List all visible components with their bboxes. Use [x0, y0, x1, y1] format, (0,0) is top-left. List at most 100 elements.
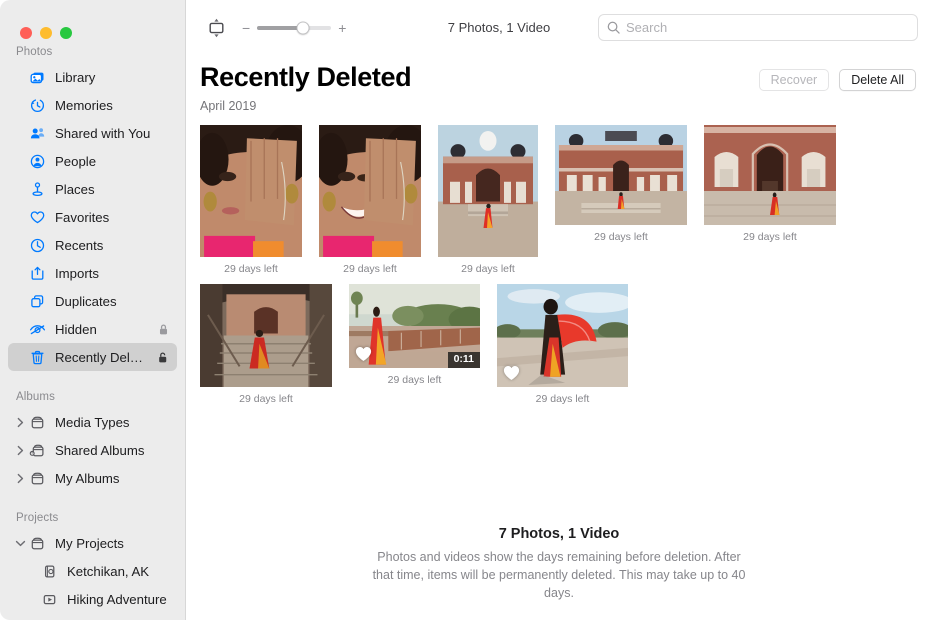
chevron-right-icon[interactable]	[14, 473, 27, 484]
places-icon	[28, 181, 47, 198]
photo-grid-row: 29 days left 29 days left 29 days left 29 d…	[200, 125, 918, 275]
sidebar-item-ketchikan-ak[interactable]: Ketchikan, AK	[8, 557, 177, 585]
video-duration-badge: 0:11	[448, 352, 480, 368]
zoom-fit-icon[interactable]	[202, 14, 230, 42]
sidebar-item-duplicates[interactable]: Duplicates	[8, 287, 177, 315]
sidebar-item-label: People	[55, 154, 171, 169]
photo-cell: 29 days left	[438, 125, 538, 275]
sidebar-item-label: Places	[55, 182, 171, 197]
photo-cell: 29 days left	[555, 125, 687, 243]
toolbar-right-controls	[598, 14, 918, 41]
clock-icon	[28, 237, 47, 254]
sidebar-item-label: Favorites	[55, 210, 171, 225]
days-left-label: 29 days left	[388, 374, 442, 386]
item-count-label: 7 Photos, 1 Video	[448, 20, 550, 35]
photos-app-window: PhotosLibraryMemoriesShared with YouPeop…	[0, 0, 932, 620]
traffic-lights	[0, 0, 185, 46]
slideshow-icon	[40, 591, 59, 608]
photo-cell: 29 days left	[200, 125, 302, 275]
zoom-out-label[interactable]: −	[242, 21, 250, 35]
shared-album-folder-icon	[28, 442, 47, 459]
lock-open-icon[interactable]	[156, 350, 171, 365]
sidebar-item-label: Imports	[55, 266, 171, 281]
sidebar-item-library[interactable]: Library	[8, 63, 177, 91]
footer-count: 7 Photos, 1 Video	[202, 526, 916, 542]
photo-grid: 29 days left 29 days left 29 days left 29 d…	[186, 113, 932, 526]
sidebar-item-recents[interactable]: Recents	[8, 231, 177, 259]
sidebar-item-hidden[interactable]: Hidden	[8, 315, 177, 343]
page-header: Recently Deleted Recover Delete All	[186, 55, 932, 93]
video-thumbnail[interactable]: 0:11	[349, 284, 480, 368]
thumbnail-size-slider[interactable]: − +	[242, 21, 346, 35]
photo-cell: 0:11 29 days left	[349, 284, 480, 386]
maximize-window-button[interactable]	[60, 27, 72, 39]
memories-icon	[28, 97, 47, 114]
duplicates-icon	[28, 293, 47, 310]
sidebar-item-label: Recents	[55, 238, 171, 253]
sidebar-item-label: My Albums	[55, 471, 171, 486]
recover-button[interactable]: Recover	[759, 69, 830, 91]
minimize-window-button[interactable]	[40, 27, 52, 39]
delete-all-button[interactable]: Delete All	[839, 69, 916, 91]
sidebar-item-label: Library	[55, 70, 171, 85]
heart-icon	[28, 209, 47, 226]
days-left-label: 29 days left	[224, 263, 278, 275]
photo-grid-row: 29 days left0:1129 days left29 days left	[200, 284, 918, 405]
trash-icon	[28, 349, 47, 366]
slider-track[interactable]	[257, 26, 331, 30]
days-left-label: 29 days left	[594, 231, 648, 243]
page-title: Recently Deleted	[200, 63, 411, 93]
eye-slash-icon	[28, 321, 47, 338]
sidebar: PhotosLibraryMemoriesShared with YouPeop…	[0, 0, 186, 620]
sidebar-item-people[interactable]: People	[8, 147, 177, 175]
main-content: − + 7 Photos, 1 Video	[186, 0, 932, 620]
days-left-label: 29 days left	[461, 263, 515, 275]
chevron-down-icon[interactable]	[14, 539, 27, 548]
sidebar-section-title: Projects	[0, 492, 185, 529]
sidebar-item-my-albums[interactable]: My Albums	[8, 464, 177, 492]
favorite-heart-icon	[503, 365, 520, 381]
photo-thumbnail[interactable]	[497, 284, 628, 387]
sidebar-item-label: Hidden	[55, 322, 150, 337]
sidebar-item-shared-with-you[interactable]: Shared with You	[8, 119, 177, 147]
sidebar-item-my-projects[interactable]: My Projects	[8, 529, 177, 557]
sidebar-item-imports[interactable]: Imports	[8, 259, 177, 287]
sidebar-item-label: Memories	[55, 98, 171, 113]
photo-cell: 29 days left	[497, 284, 628, 405]
imports-icon	[28, 265, 47, 282]
header-actions: Recover Delete All	[759, 63, 916, 91]
shared-with-you-icon	[28, 125, 47, 142]
sidebar-item-places[interactable]: Places	[8, 175, 177, 203]
days-left-label: 29 days left	[743, 231, 797, 243]
photo-thumbnail[interactable]	[704, 125, 836, 225]
sidebar-item-recently-delet[interactable]: Recently Delet…	[8, 343, 177, 371]
photo-thumbnail[interactable]	[319, 125, 421, 257]
sidebar-item-memories[interactable]: Memories	[8, 91, 177, 119]
zoom-in-label[interactable]: +	[338, 21, 346, 35]
sidebar-item-favorites[interactable]: Favorites	[8, 203, 177, 231]
search-field[interactable]	[598, 14, 918, 41]
search-input[interactable]	[626, 20, 909, 35]
days-left-label: 29 days left	[343, 263, 397, 275]
close-window-button[interactable]	[20, 27, 32, 39]
toolbar: − + 7 Photos, 1 Video	[186, 0, 932, 55]
sidebar-section-title: Albums	[0, 371, 185, 408]
photo-thumbnail[interactable]	[555, 125, 687, 225]
slider-knob[interactable]	[297, 21, 310, 34]
sidebar-item-label: Shared with You	[55, 126, 171, 141]
photo-thumbnail[interactable]	[200, 125, 302, 257]
days-left-label: 29 days left	[536, 393, 590, 405]
sidebar-item-label: Media Types	[55, 415, 171, 430]
chevron-right-icon[interactable]	[14, 445, 27, 456]
sidebar-item-label: Duplicates	[55, 294, 171, 309]
lock-closed-icon[interactable]	[156, 322, 171, 337]
toolbar-left-controls: − +	[202, 14, 346, 42]
sidebar-item-media-types[interactable]: Media Types	[8, 408, 177, 436]
chevron-right-icon[interactable]	[14, 417, 27, 428]
sidebar-item-label: Hiking Adventure	[67, 592, 171, 607]
sidebar-item-hiking-adventure[interactable]: Hiking Adventure	[8, 585, 177, 613]
photo-thumbnail[interactable]	[438, 125, 538, 257]
photo-thumbnail[interactable]	[200, 284, 332, 387]
sidebar-item-label: Ketchikan, AK	[67, 564, 171, 579]
sidebar-item-shared-albums[interactable]: Shared Albums	[8, 436, 177, 464]
